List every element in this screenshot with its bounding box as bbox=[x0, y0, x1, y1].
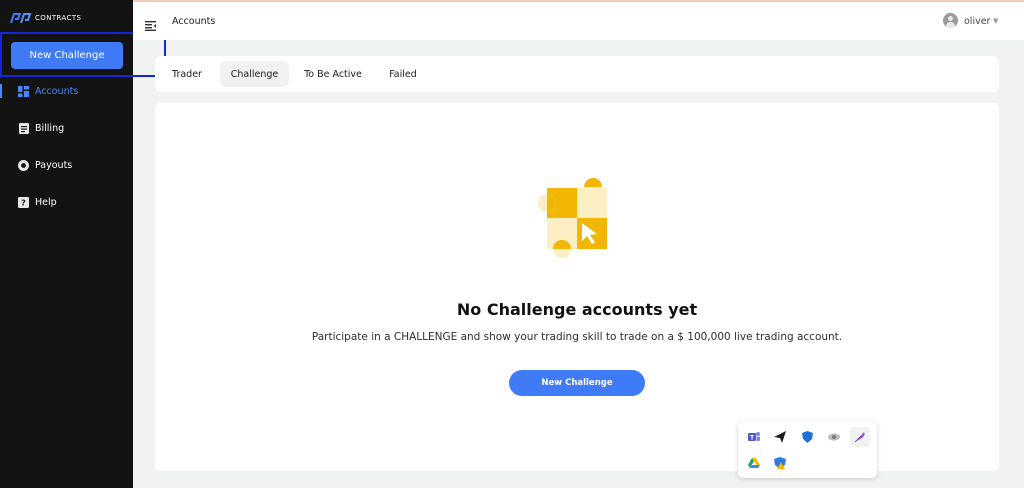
coin-icon bbox=[18, 159, 29, 171]
svg-text:?: ? bbox=[21, 198, 26, 207]
grid-icon bbox=[18, 85, 29, 97]
feather-icon[interactable] bbox=[850, 427, 870, 447]
sidebar-new-challenge-button[interactable]: New Challenge bbox=[11, 42, 123, 69]
sidebar-item-accounts[interactable]: Accounts bbox=[0, 80, 133, 102]
sidebar-item-payouts[interactable]: Payouts bbox=[0, 154, 133, 176]
document-icon bbox=[18, 122, 29, 134]
chevron-down-icon[interactable]: ▼ bbox=[993, 17, 998, 25]
tab-to-be-active[interactable]: To Be Active bbox=[298, 61, 368, 87]
sidebar-item-label: Help bbox=[35, 196, 57, 208]
eye-icon[interactable] bbox=[824, 427, 844, 447]
sidebar-item-billing[interactable]: Billing bbox=[0, 117, 133, 139]
empty-state-description: Participate in a CHALLENGE and show your… bbox=[311, 331, 843, 343]
brand-logo[interactable]: CONTRACTS bbox=[10, 12, 81, 24]
sidebar-item-help[interactable]: ? Help bbox=[0, 191, 133, 213]
shield-warning-icon[interactable] bbox=[770, 453, 790, 473]
empty-state-title: No Challenge accounts yet bbox=[456, 300, 698, 319]
logo-text: CONTRACTS bbox=[35, 14, 82, 22]
menu-collapse-icon[interactable] bbox=[145, 16, 156, 35]
page-title: Accounts bbox=[172, 16, 216, 27]
empty-state-illustration bbox=[537, 178, 609, 262]
sidebar: CONTRACTS New Challenge Accounts Billing… bbox=[0, 0, 133, 488]
system-tray-popup: T bbox=[738, 421, 877, 478]
sidebar-item-label: Payouts bbox=[35, 159, 73, 171]
tab-challenge[interactable]: Challenge bbox=[220, 61, 289, 87]
user-name[interactable]: oliver bbox=[964, 16, 990, 27]
question-icon: ? bbox=[18, 196, 29, 208]
send-icon[interactable] bbox=[770, 427, 790, 447]
teams-icon[interactable]: T bbox=[744, 427, 764, 447]
drive-icon[interactable] bbox=[744, 453, 764, 473]
logo-mark-icon bbox=[10, 13, 32, 24]
tab-trader[interactable]: Trader bbox=[163, 61, 211, 87]
tab-failed[interactable]: Failed bbox=[379, 61, 427, 87]
new-challenge-button[interactable]: New Challenge bbox=[509, 370, 645, 396]
shield-icon[interactable] bbox=[797, 427, 817, 447]
empty-state-card: No Challenge accounts yet Participate in… bbox=[155, 103, 999, 471]
sidebar-item-label: Accounts bbox=[35, 85, 79, 97]
sidebar-item-label: Billing bbox=[35, 122, 65, 134]
avatar[interactable] bbox=[943, 13, 958, 28]
account-tabs: Trader Challenge To Be Active Failed bbox=[155, 56, 999, 92]
top-bar: Accounts oliver ▼ bbox=[133, 0, 1024, 40]
